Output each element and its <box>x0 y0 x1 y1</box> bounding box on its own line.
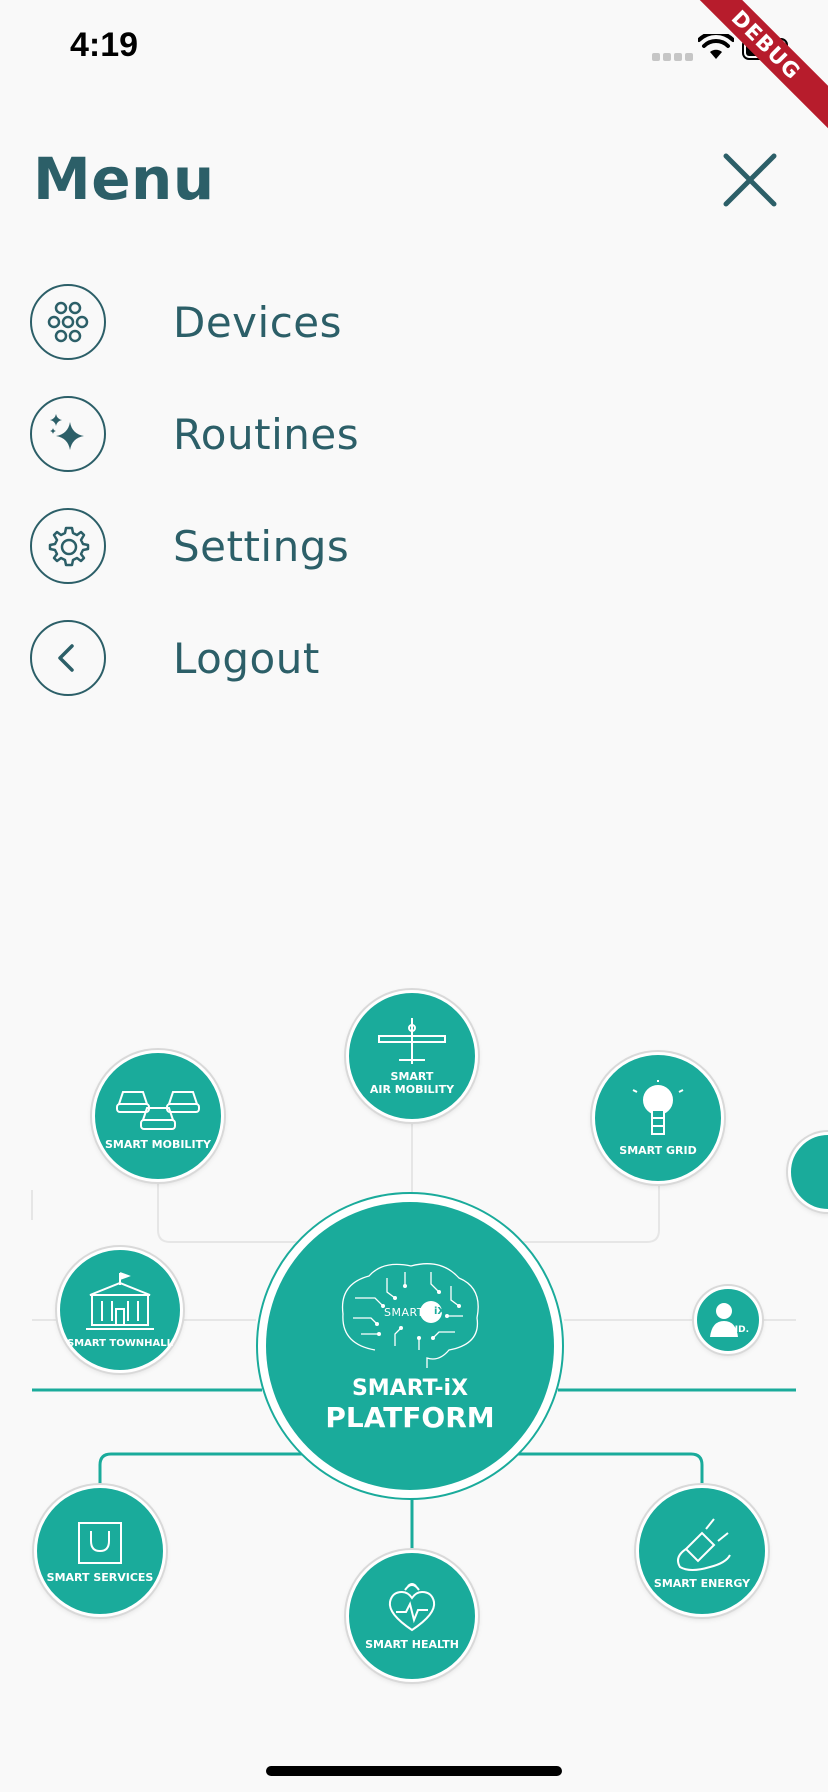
menu-item-logout[interactable]: Logout <box>30 616 320 700</box>
menu-item-settings[interactable]: Settings <box>30 504 349 588</box>
menu-item-routines[interactable]: Routines <box>30 392 359 476</box>
menu-item-devices[interactable]: Devices <box>30 280 342 364</box>
node-label: SMART GRID <box>619 1143 697 1157</box>
node-label: SMART SERVICES <box>46 1570 154 1584</box>
cellular-signal-icon <box>652 53 693 61</box>
debug-banner: DEBUG <box>670 0 828 141</box>
smart-townhall-node[interactable]: SMART TOWNHALL <box>57 1247 183 1373</box>
gear-icon <box>30 508 106 584</box>
sparkle-icon <box>30 396 106 472</box>
cars-icon <box>116 1090 200 1130</box>
wifi-icon <box>698 34 734 59</box>
center-subtitle: PLATFORM <box>325 1401 495 1434</box>
id-node[interactable]: ID. <box>694 1286 762 1354</box>
chevron-left-icon <box>30 620 106 696</box>
node-label: SMART AIR MOBILITY <box>369 1070 455 1096</box>
smart-energy-node[interactable]: SMART ENERGY <box>636 1485 768 1617</box>
menu-item-label: Logout <box>173 633 320 683</box>
plug-icon <box>677 1517 731 1571</box>
node-label: SMART TOWNHALL <box>66 1337 174 1349</box>
status-time: 4:19 <box>70 26 139 64</box>
smart-grid-node[interactable]: SMART GRID <box>592 1052 724 1184</box>
townhall-icon <box>86 1271 154 1330</box>
menu-item-label: Routines <box>173 409 360 459</box>
menu-title: Menu <box>33 145 215 213</box>
brain-smart-label: SMART <box>384 1306 425 1319</box>
node-label: SMART ENERGY <box>653 1576 751 1590</box>
node-label: SMART HEALTH <box>365 1637 459 1651</box>
center-title: SMART-iX <box>351 1376 469 1401</box>
home-indicator <box>266 1766 562 1776</box>
close-icon[interactable] <box>716 146 784 214</box>
drone-icon <box>378 1018 446 1064</box>
node-label: SMART MOBILITY <box>104 1137 212 1151</box>
menu-item-label: Settings <box>173 521 350 571</box>
lightbulb-icon <box>632 1079 684 1135</box>
devices-icon <box>30 284 106 360</box>
smart-air-mobility-node[interactable]: SMART AIR MOBILITY <box>346 990 478 1122</box>
menu-screen: 4:19 DEBUG Menu Devices Routines Setting… <box>0 0 828 1792</box>
heart-pulse-icon <box>388 1582 436 1631</box>
smart-ix-platform-center[interactable]: SMART iX SMART-iX PLATFORM <box>256 1192 564 1500</box>
id-badge-label: ID. <box>734 1325 749 1335</box>
menu-item-label: Devices <box>173 297 343 347</box>
brain-ix-badge: iX <box>434 1306 446 1317</box>
smart-platform-diagram: SMART AIR MOBILITY SMART MOBILITY SMART … <box>0 960 828 1700</box>
shopping-bag-icon <box>78 1521 122 1564</box>
smart-mobility-node[interactable]: SMART MOBILITY <box>92 1050 224 1182</box>
smart-health-node[interactable]: SMART HEALTH <box>346 1550 478 1682</box>
smart-services-node[interactable]: SMART SERVICES <box>34 1485 166 1617</box>
